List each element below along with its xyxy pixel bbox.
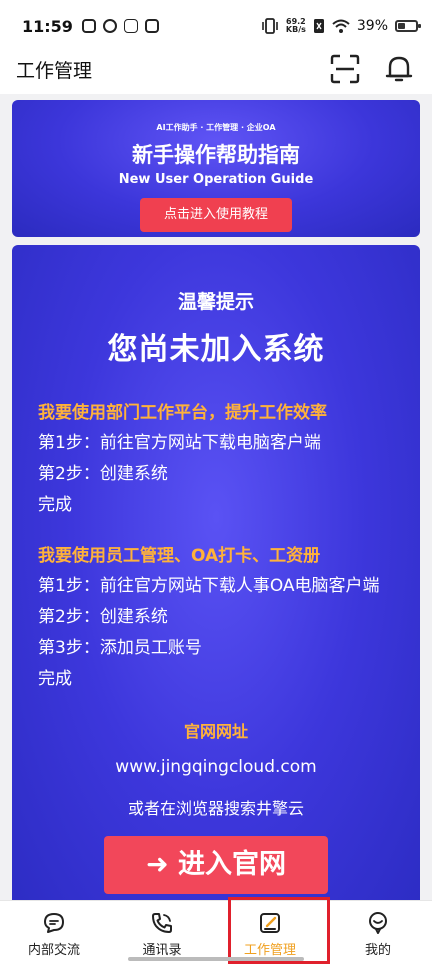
step-item: 完成: [38, 495, 72, 515]
wifi-icon: [332, 19, 350, 33]
battery-icon: [395, 20, 421, 32]
guide-banner[interactable]: AI工作助手 · 工作管理 · 企业OA 新手操作帮助指南 New User O…: [12, 100, 420, 237]
nav-item-contacts[interactable]: 通讯录: [108, 901, 216, 964]
step-item: 第2步：创建系统: [38, 607, 168, 627]
guide-tags: AI工作助手 · 工作管理 · 企业OA: [156, 123, 276, 132]
bottom-nav: 内部交流 通讯录 工作管理 我的: [0, 900, 432, 964]
step-item: 第3步：添加员工账号: [38, 638, 202, 658]
scan-button[interactable]: [328, 52, 362, 86]
notice-card: 温馨提示 您尚未加入系统 我要使用部门工作平台，提升工作效率 第1步：前往官方网…: [12, 245, 420, 900]
search-hint: 或者在浏览器搜索井擎云: [127, 799, 304, 818]
page-title: 工作管理: [16, 59, 93, 82]
nav-label: 我的: [364, 943, 391, 958]
app-notification-icon: [102, 19, 117, 33]
notification-button[interactable]: [382, 52, 416, 86]
header-actions: [328, 52, 416, 86]
nav-label: 工作管理: [243, 943, 296, 958]
sim-icon: [313, 19, 324, 33]
step-item: 第1步：前往官方网站下载人事OA电脑客户端: [38, 576, 380, 596]
wallet-notification-icon: [144, 19, 159, 33]
bell-icon: [385, 56, 413, 82]
app-header: 工作管理: [0, 44, 432, 94]
enter-official-site-button[interactable]: ➜ 进入官网: [104, 836, 328, 894]
tip-label: 温馨提示: [177, 291, 254, 313]
official-site-url[interactable]: www.jingqingcloud.com: [12, 757, 420, 777]
guide-title: 新手操作帮助指南: [132, 143, 300, 167]
net-speed-unit: KB/s: [285, 25, 306, 34]
nav-item-internal-chat[interactable]: 内部交流: [0, 901, 108, 964]
section-department-platform: 我要使用部门工作平台，提升工作效率 第1步：前往官方网站下载电脑客户端 第2步：…: [12, 398, 420, 516]
open-tutorial-button[interactable]: 点击进入使用教程: [140, 198, 292, 232]
nav-label: 内部交流: [27, 943, 80, 958]
scan-icon: [330, 54, 360, 84]
nav-label: 通讯录: [142, 943, 182, 958]
notification-icons: [81, 19, 159, 33]
edit-icon: [260, 913, 280, 933]
official-site-label: 官网网址: [183, 722, 248, 741]
status-time: 11:59: [22, 16, 73, 36]
step-item: 第1步：前往官方网站下载电脑客户端: [38, 433, 321, 453]
status-right: 69.2 KB/s 39%: [261, 18, 421, 34]
phone-icon: [152, 913, 172, 933]
section-employee-management: 我要使用员工管理、OA打卡、工资册 第1步：前往官方网站下载人事OA电脑客户端 …: [12, 541, 420, 690]
home-notification-icon: [123, 19, 138, 33]
nav-item-mine[interactable]: 我的: [324, 901, 432, 964]
gesture-bar[interactable]: [128, 957, 304, 961]
guide-subtitle: New User Operation Guide: [118, 172, 314, 187]
tip-title: 您尚未加入系统: [107, 332, 325, 367]
vibrate-icon: [262, 18, 278, 34]
network-speed: 69.2 KB/s: [286, 18, 306, 34]
section-title: 我要使用员工管理、OA打卡、工资册: [38, 546, 321, 566]
profile-icon: [369, 912, 387, 934]
section-title: 我要使用部门工作平台，提升工作效率: [38, 403, 327, 423]
step-item: 完成: [38, 669, 72, 689]
chat-icon: [44, 913, 64, 933]
step-item: 第2步：创建系统: [38, 464, 168, 484]
tiktok-icon: [81, 19, 96, 33]
nav-item-work-management[interactable]: 工作管理: [216, 901, 324, 964]
content-area[interactable]: AI工作助手 · 工作管理 · 企业OA 新手操作帮助指南 New User O…: [0, 94, 432, 900]
battery-percent: 39%: [356, 18, 388, 34]
